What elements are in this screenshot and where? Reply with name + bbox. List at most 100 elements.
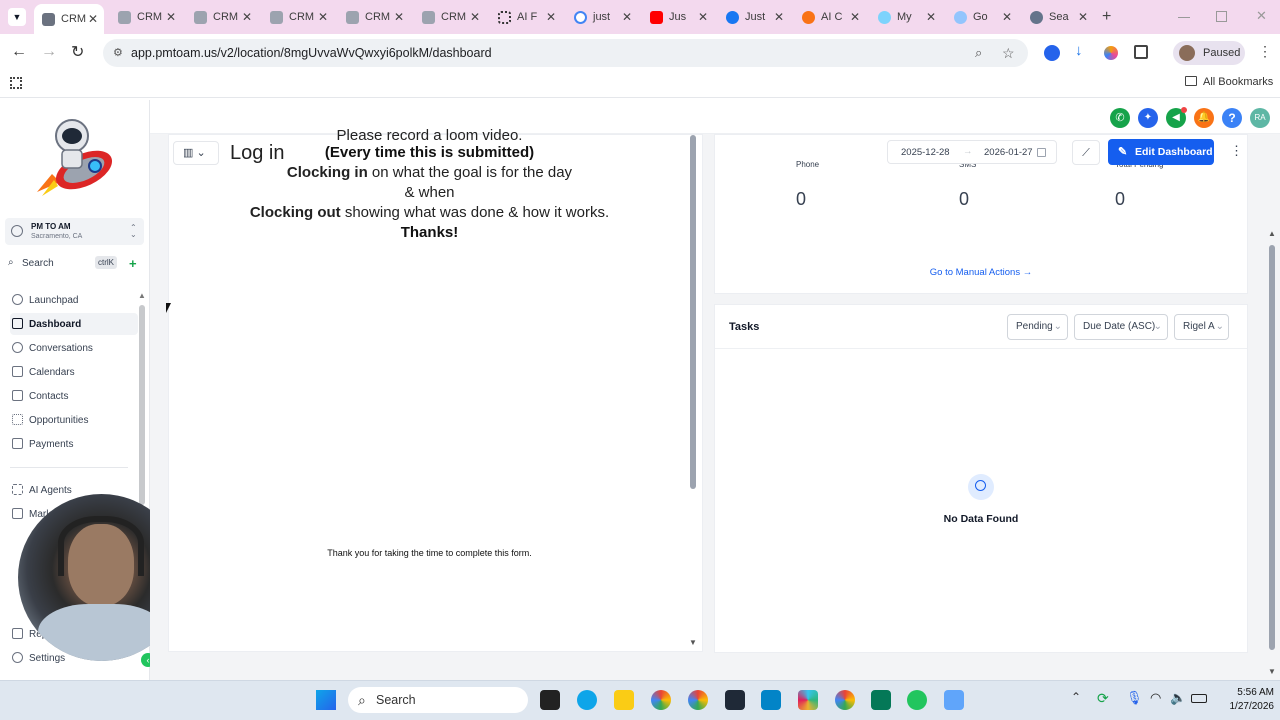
close-tab-icon[interactable]: ✕ [774, 10, 784, 24]
taskbar-time[interactable]: 5:56 AM [1218, 687, 1274, 698]
tray-chevron-icon[interactable]: ⌃ [1071, 690, 1081, 704]
sidebar-item-opportunities[interactable]: Opportunities [10, 409, 138, 431]
sidebar-scrollbar[interactable] [139, 305, 145, 505]
account-switcher[interactable]: PM TO AM Sacramento, CA ⌃ ⌄ [5, 218, 144, 245]
phone-call-icon[interactable]: ✆ [1110, 108, 1130, 128]
forward-arrow-icon[interactable]: → [41, 43, 57, 61]
close-tab-icon[interactable]: ✕ [88, 12, 98, 26]
edge-browser-icon[interactable] [577, 690, 597, 710]
close-tab-icon[interactable]: ✕ [318, 10, 328, 24]
tab-search[interactable]: Sea ✕ [1022, 4, 1094, 30]
magic-wand-icon[interactable]: ✦ [1138, 108, 1158, 128]
sync-icon[interactable]: ⟳ [1097, 690, 1109, 707]
snipping-tool-icon[interactable] [944, 690, 964, 710]
page-scrollbar[interactable] [1269, 245, 1275, 650]
wifi-icon[interactable]: ◠ [1150, 690, 1161, 706]
tab-go[interactable]: Go ✕ [946, 4, 1018, 30]
chrome-profile-icon[interactable] [688, 690, 708, 710]
sidebar-item-launchpad[interactable]: Launchpad [10, 289, 138, 311]
tab-ai-f[interactable]: AI F ✕ [490, 4, 562, 30]
tab-list-dropdown-icon[interactable]: ▼ [8, 8, 26, 26]
quick-add-icon[interactable]: + [129, 256, 137, 271]
close-tab-icon[interactable]: ✕ [926, 10, 936, 24]
extension-color-icon[interactable] [1104, 46, 1118, 60]
task-status-filter[interactable]: Pending ⌄ [1007, 314, 1068, 340]
bookmark-star-icon[interactable]: ☆ [1002, 39, 1015, 67]
windows-start-icon[interactable] [316, 690, 336, 710]
new-tab-plus-icon[interactable]: + [1102, 8, 1111, 26]
tab-ai-c[interactable]: AI C ✕ [794, 4, 866, 30]
sidebar-item-payments[interactable]: Payments [10, 433, 138, 455]
page-scroll-up-icon[interactable]: ▲ [1268, 229, 1276, 238]
tab-youtube[interactable]: Jus ✕ [642, 4, 714, 30]
all-bookmarks-button[interactable]: All Bookmarks [1185, 76, 1273, 88]
scroll-up-arrow-icon[interactable]: ▲ [138, 291, 146, 300]
tab-crm[interactable]: CRM ✕ [186, 4, 258, 30]
close-tab-icon[interactable]: ✕ [242, 10, 252, 24]
close-tab-icon[interactable]: ✕ [622, 10, 632, 24]
tab-crm[interactable]: CRM ✕ [414, 4, 486, 30]
close-tab-icon[interactable]: ✕ [470, 10, 480, 24]
close-tab-icon[interactable]: ✕ [1002, 10, 1012, 24]
taskbar-search-box[interactable]: ⌕ Search [348, 687, 528, 713]
extension-copilot-icon[interactable] [1044, 45, 1060, 61]
scroll-down-arrow-icon[interactable]: ▼ [689, 638, 697, 647]
close-tab-icon[interactable]: ✕ [394, 10, 404, 24]
task-user-filter[interactable]: Rigel A ⌄ [1174, 314, 1229, 340]
bell-icon[interactable]: 🔔 [1194, 108, 1214, 128]
browser-menu-icon[interactable]: ⋮ [1258, 43, 1272, 60]
close-tab-icon[interactable]: ✕ [850, 10, 860, 24]
slack-icon[interactable] [798, 690, 818, 710]
phone-link-icon[interactable] [871, 690, 891, 710]
taskbar-date[interactable]: 1/27/2026 [1210, 701, 1275, 712]
window-restore-icon[interactable] [1216, 11, 1227, 22]
download-icon[interactable]: ↓ [1075, 42, 1083, 59]
more-options-icon[interactable]: ⋮ [1230, 143, 1243, 159]
battery-icon[interactable] [1191, 694, 1207, 703]
close-tab-icon[interactable]: ✕ [698, 10, 708, 24]
notepad-icon[interactable] [725, 690, 745, 710]
tab-crm[interactable]: CRM ✕ [262, 4, 334, 30]
profile-paused-button[interactable]: Paused [1173, 41, 1245, 65]
task-sort-filter[interactable]: Due Date (ASC) ⌄ [1074, 314, 1168, 340]
tab-my[interactable]: My ✕ [870, 4, 942, 30]
form-scrollbar[interactable] [690, 135, 696, 489]
user-avatar[interactable]: RA [1250, 108, 1270, 128]
apps-grid-icon[interactable] [10, 77, 22, 89]
sidebar-item-dashboard[interactable]: Dashboard [10, 313, 138, 335]
file-explorer-icon[interactable] [614, 690, 634, 710]
zoom-icon[interactable]: ⌕ [975, 39, 982, 67]
microphone-icon[interactable]: 🎙 [1126, 690, 1143, 706]
close-tab-icon[interactable]: ✕ [1078, 10, 1088, 24]
reload-icon[interactable]: ↻ [71, 42, 84, 62]
site-info-icon[interactable]: ⚙ [113, 39, 123, 67]
chrome-icon[interactable] [651, 690, 671, 710]
volume-icon[interactable]: 🔈 [1170, 690, 1186, 706]
close-tab-icon[interactable]: ✕ [166, 10, 176, 24]
tab-crm-active[interactable]: CRM ✕ [34, 4, 104, 34]
manual-actions-link[interactable]: Go to Manual Actions → [715, 267, 1247, 278]
remote-desktop-icon[interactable] [761, 690, 781, 710]
sidebar-search[interactable]: ⌕ Search ctrlK [5, 254, 123, 274]
edit-dashboard-button[interactable]: ✎ Edit Dashboard [1108, 139, 1214, 165]
help-icon[interactable]: ? [1222, 108, 1242, 128]
window-minimize-icon[interactable] [1178, 17, 1190, 18]
extensions-puzzle-icon[interactable] [1134, 45, 1148, 59]
tab-google[interactable]: just ✕ [566, 4, 638, 30]
close-tab-icon[interactable]: ✕ [546, 10, 556, 24]
sidebar-item-conversations[interactable]: Conversations [10, 337, 138, 359]
tab-facebook[interactable]: Just ✕ [718, 4, 790, 30]
sidebar-item-calendars[interactable]: Calendars [10, 361, 138, 383]
whatsapp-icon[interactable] [907, 690, 927, 710]
tab-crm[interactable]: CRM ✕ [110, 4, 182, 30]
page-scroll-down-icon[interactable]: ▼ [1268, 667, 1276, 676]
back-arrow-icon[interactable]: ← [11, 43, 27, 61]
date-range-picker[interactable]: 2025-12-28 → 2026-01-27 [887, 140, 1057, 164]
sidebar-item-contacts[interactable]: Contacts [10, 385, 138, 407]
tab-crm[interactable]: CRM ✕ [338, 4, 410, 30]
chrome-alt-icon[interactable] [835, 690, 855, 710]
address-bar[interactable]: ⚙ app.pmtoam.us/v2/location/8mgUvvaWvQwx… [103, 39, 1028, 67]
task-view-icon[interactable] [540, 690, 560, 710]
window-close-icon[interactable]: ✕ [1256, 8, 1267, 24]
magic-filter-button[interactable]: ⟋ [1072, 140, 1100, 165]
